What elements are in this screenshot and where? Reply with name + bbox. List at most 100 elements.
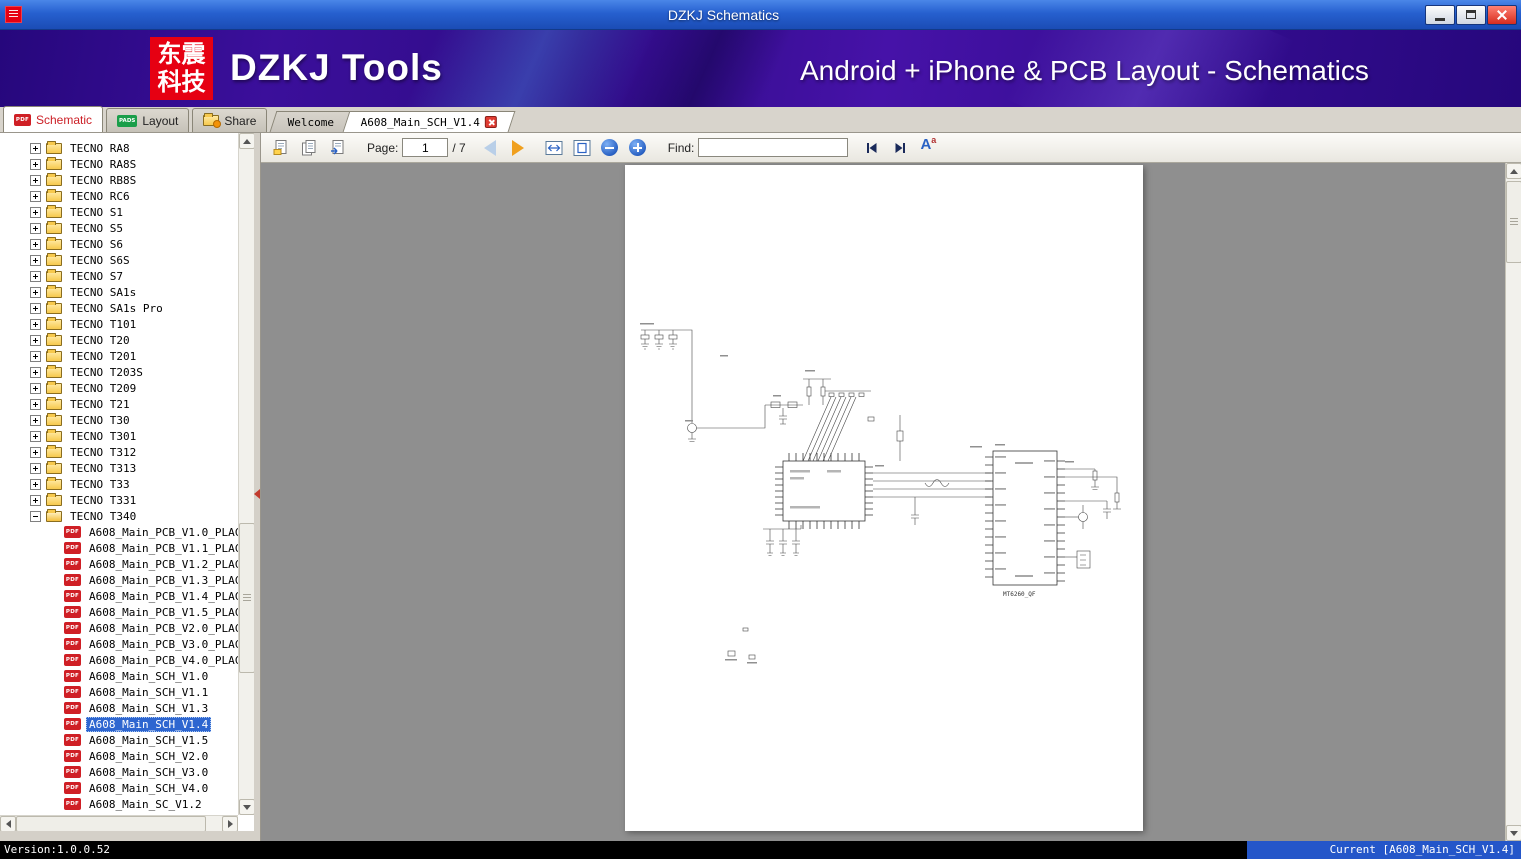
- tree-folder-item[interactable]: TECNO S1: [0, 204, 238, 220]
- expand-icon[interactable]: [30, 462, 41, 474]
- tree-file-item[interactable]: PDF A608_Main_PCB_V1.1_PLACEM: [0, 540, 238, 556]
- tree-file-item[interactable]: PDF A608_Main_SCH_V1.4: [0, 716, 238, 732]
- doc-tab-a608-main-sch[interactable]: A608_Main_SCH_V1.4: [342, 111, 516, 132]
- expand-icon[interactable]: [30, 142, 41, 154]
- scroll-down-button[interactable]: [239, 799, 255, 815]
- tree-folder-item[interactable]: TECNO T301: [0, 428, 238, 444]
- zoom-out-button[interactable]: [598, 136, 622, 160]
- expand-icon[interactable]: [30, 366, 41, 378]
- find-previous-button[interactable]: [860, 136, 884, 160]
- tree-file-item[interactable]: PDF A608_Main_SCH_V3.0: [0, 764, 238, 780]
- match-case-button[interactable]: A a: [916, 135, 940, 160]
- scroll-down-button[interactable]: [1506, 825, 1521, 841]
- tree-folder-item[interactable]: TECNO RB8S: [0, 172, 238, 188]
- zoom-in-button[interactable]: [626, 136, 650, 160]
- tree-folder-item[interactable]: TECNO T20: [0, 332, 238, 348]
- tree-file-item[interactable]: PDF A608_Main_PCB_V1.4_PLACEM: [0, 588, 238, 604]
- expand-icon[interactable]: [30, 206, 41, 218]
- tree-folder-item[interactable]: TECNO T201: [0, 348, 238, 364]
- scrollbar-thumb[interactable]: [239, 523, 255, 673]
- fit-width-button[interactable]: [542, 136, 566, 160]
- tree-file-item[interactable]: PDF A608_Main_PCB_V1.0_PLACEM: [0, 524, 238, 540]
- tree-folder-item[interactable]: TECNO T312: [0, 444, 238, 460]
- pdf-viewer[interactable]: MT6260_QF: [261, 163, 1505, 841]
- page-number-input[interactable]: [402, 138, 449, 157]
- tab-schematic[interactable]: PDF Schematic: [3, 106, 104, 132]
- tree-file-item[interactable]: PDF A608_Main_SCH_V2.0: [0, 748, 238, 764]
- find-next-button[interactable]: [888, 136, 912, 160]
- tree-folder-item[interactable]: TECNO RC6: [0, 188, 238, 204]
- tree-folder-item[interactable]: TECNO T21: [0, 396, 238, 412]
- previous-page-button[interactable]: [478, 136, 502, 160]
- minimize-button[interactable]: [1425, 4, 1455, 25]
- expand-icon[interactable]: [30, 430, 41, 442]
- copy-pages-button[interactable]: [297, 136, 321, 160]
- tree-file-item[interactable]: PDF A608_Main_SC_V1.2: [0, 796, 238, 812]
- tree-folder-item[interactable]: TECNO S6S: [0, 252, 238, 268]
- tree-folder-item[interactable]: TECNO SA1s: [0, 284, 238, 300]
- tree-folder-item[interactable]: TECNO T30: [0, 412, 238, 428]
- scroll-up-button[interactable]: [239, 133, 255, 149]
- tree-folder-item[interactable]: TECNO T101: [0, 316, 238, 332]
- expand-icon[interactable]: [30, 318, 41, 330]
- export-page-button[interactable]: [325, 136, 349, 160]
- expand-icon[interactable]: [30, 286, 41, 298]
- expand-icon[interactable]: [30, 158, 41, 170]
- tree-folder-item[interactable]: TECNO T209: [0, 380, 238, 396]
- sidebar-splitter[interactable]: [254, 133, 261, 841]
- collapse-sidebar-icon[interactable]: [254, 489, 260, 499]
- scroll-up-button[interactable]: [1506, 163, 1521, 179]
- expand-icon[interactable]: [30, 350, 41, 362]
- fit-page-button[interactable]: [570, 136, 594, 160]
- scroll-right-button[interactable]: [222, 816, 238, 832]
- expand-icon[interactable]: [30, 398, 41, 410]
- expand-icon[interactable]: [30, 174, 41, 186]
- next-page-button[interactable]: [506, 136, 530, 160]
- expand-icon[interactable]: [30, 478, 41, 490]
- tree-file-item[interactable]: PDF A608_Main_SCH_V4.0: [0, 780, 238, 796]
- tree-folder-item[interactable]: TECNO S5: [0, 220, 238, 236]
- tree-folder-item[interactable]: TECNO RA8: [0, 140, 238, 156]
- tree-folder-item[interactable]: TECNO T331: [0, 492, 238, 508]
- page-thumbnail-button[interactable]: [269, 136, 293, 160]
- tree-file-item[interactable]: PDF A608_Main_SCH_V1.5: [0, 732, 238, 748]
- expand-icon[interactable]: [30, 494, 41, 506]
- tree-file-item[interactable]: PDF A608_Main_PCB_V1.2_PLACEM: [0, 556, 238, 572]
- tree-folder-item[interactable]: TECNO T313: [0, 460, 238, 476]
- scrollbar-thumb[interactable]: [16, 816, 206, 832]
- expand-icon[interactable]: [30, 254, 41, 266]
- close-tab-icon[interactable]: [484, 116, 497, 128]
- expand-icon[interactable]: [30, 510, 41, 522]
- tree-folder-item[interactable]: TECNO RA8S: [0, 156, 238, 172]
- tree-folder-item[interactable]: TECNO S6: [0, 236, 238, 252]
- expand-icon[interactable]: [30, 414, 41, 426]
- find-input[interactable]: [698, 138, 849, 157]
- viewer-vertical-scrollbar[interactable]: [1505, 163, 1521, 841]
- tree-file-item[interactable]: PDF A608_Main_SCH_V1.3: [0, 700, 238, 716]
- expand-icon[interactable]: [30, 334, 41, 346]
- expand-icon[interactable]: [30, 302, 41, 314]
- tree-folder-item[interactable]: TECNO T33: [0, 476, 238, 492]
- tree-file-item[interactable]: PDF A608_Main_PCB_V3.0_PLACEM: [0, 636, 238, 652]
- tree-horizontal-scrollbar[interactable]: [0, 815, 238, 832]
- tab-layout[interactable]: PADS Layout: [106, 108, 190, 132]
- expand-icon[interactable]: [30, 446, 41, 458]
- tree-folder-item[interactable]: TECNO T203S: [0, 364, 238, 380]
- close-button[interactable]: [1487, 4, 1517, 25]
- tree-file-item[interactable]: PDF A608_Main_SCH_V1.1: [0, 684, 238, 700]
- expand-icon[interactable]: [30, 270, 41, 282]
- tree-folder-item[interactable]: TECNO S7: [0, 268, 238, 284]
- expand-icon[interactable]: [30, 222, 41, 234]
- tree-folder-item[interactable]: TECNO SA1s Pro: [0, 300, 238, 316]
- scrollbar-thumb[interactable]: [1506, 181, 1521, 263]
- tree-file-item[interactable]: PDF A608_Main_PCB_V2.0_PLACEM: [0, 620, 238, 636]
- expand-icon[interactable]: [30, 190, 41, 202]
- tab-share[interactable]: Share: [192, 108, 268, 132]
- scroll-left-button[interactable]: [0, 816, 16, 832]
- doc-tab-welcome[interactable]: Welcome: [269, 111, 354, 132]
- tree-file-item[interactable]: PDF A608_Main_SCH_V1.0: [0, 668, 238, 684]
- tree-folder-item[interactable]: TECNO T340: [0, 508, 238, 524]
- expand-icon[interactable]: [30, 382, 41, 394]
- tree-file-item[interactable]: PDF A608_Main_PCB_V1.5_PLACEM: [0, 604, 238, 620]
- maximize-button[interactable]: [1456, 4, 1486, 25]
